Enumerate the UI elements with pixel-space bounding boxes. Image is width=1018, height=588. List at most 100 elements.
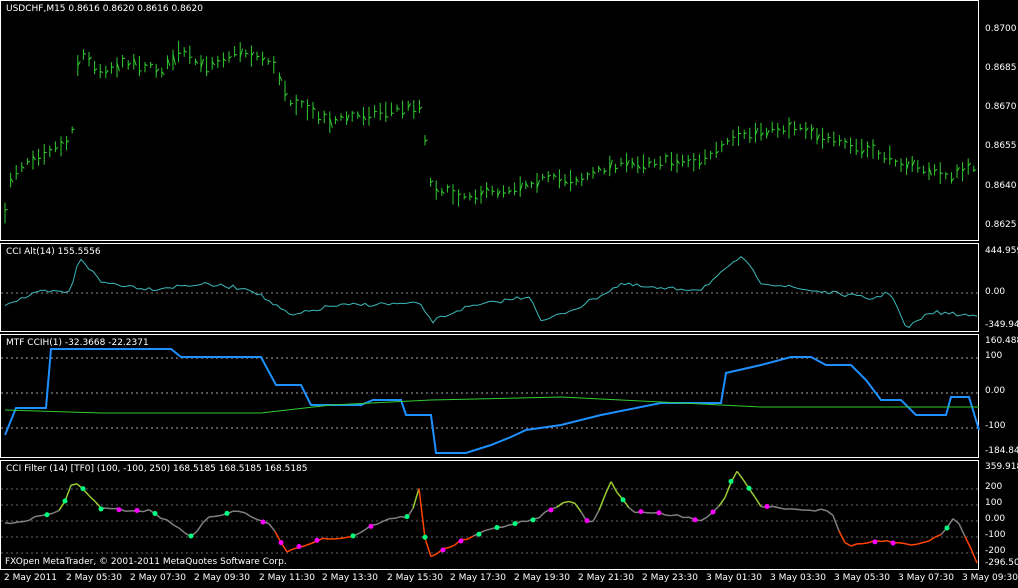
- mtf-cci-y-label: 100: [985, 351, 1003, 361]
- time-axis-label: 2 May 15:30: [387, 573, 443, 583]
- price-bar-close: [783, 130, 787, 133]
- price-bar-close: [122, 57, 126, 60]
- cci-filter-segment: [844, 541, 852, 547]
- cci-filter-segment: [670, 513, 678, 517]
- price-bar-close: [917, 167, 921, 169]
- cci-filter-title: CCI Filter (14) [TF0] (100, -100, 250) 1…: [6, 464, 308, 474]
- cci-filter-segment: [142, 508, 150, 513]
- cci-filter-y-label: 0.00: [985, 514, 1006, 524]
- price-bar-close: [973, 169, 977, 171]
- cci-filter-segment: [628, 507, 636, 514]
- price-y-label: 0.8700: [985, 24, 1017, 34]
- cci-alt-title: CCI Alt(14) 155.5556: [6, 247, 101, 257]
- cci-filter-segment: [562, 500, 570, 504]
- time-axis-label: 3 May 07:30: [898, 573, 954, 583]
- cci-filter-segment: [826, 510, 834, 516]
- price-bar-close: [38, 157, 42, 160]
- cci-filter-segment: [928, 536, 936, 542]
- cci-alt-line: [1, 256, 980, 329]
- price-bar-close: [458, 193, 462, 196]
- cci-alt-y-label: -349.945: [985, 320, 1018, 330]
- cci-filter-segment: [898, 542, 906, 545]
- time-axis-label: 3 May 09:30: [962, 573, 1018, 583]
- price-y-label: 0.8655: [985, 141, 1017, 151]
- cci-filter-segment: [922, 540, 930, 544]
- cci-filter-segment: [28, 515, 36, 522]
- price-y-label: 0.8640: [985, 181, 1017, 191]
- cci-filter-signal-dot: [710, 509, 716, 515]
- cci-filter-signal-dot: [278, 540, 284, 546]
- cci-filter-segment: [394, 515, 402, 520]
- time-axis-label: 2 May 05:30: [66, 573, 122, 583]
- cci-filter-segment: [388, 517, 396, 520]
- cci-filter-signal-dot: [314, 537, 320, 543]
- cci-filter-segment: [34, 514, 42, 518]
- time-axis-label: 3 May 01:30: [706, 573, 762, 583]
- cci-filter-signal-dot: [44, 512, 50, 518]
- cci-filter-segment: [304, 542, 312, 547]
- cci-filter-segment: [418, 488, 426, 539]
- cci-filter-signal-dot: [530, 517, 536, 523]
- cci-filter-segment: [52, 509, 60, 514]
- cci-filter-pane[interactable]: CCI Filter (14) [TF0] (100, -100, 250) 1…: [0, 460, 980, 570]
- cci-filter-segment: [10, 521, 18, 525]
- cci-filter-signal-dot: [746, 485, 752, 491]
- cci-filter-signal-dot: [584, 518, 590, 524]
- cci-filter-y-label: -100: [985, 530, 1006, 540]
- cci-filter-signal-dot: [548, 507, 554, 513]
- price-y-label: 0.8685: [985, 63, 1017, 73]
- price-y-label: 0.8625: [985, 220, 1017, 230]
- price-chart-pane[interactable]: USDCHF,M15 0.8616 0.8620 0.8616 0.8620: [0, 0, 979, 241]
- cci-filter-signal-dot: [494, 525, 500, 530]
- cci-filter-segment: [202, 516, 210, 524]
- cci-filter-segment: [700, 516, 708, 522]
- time-axis-label: 2 May 23:30: [642, 573, 698, 583]
- time-axis-label: 2 May 07:30: [130, 573, 186, 583]
- cci-filter-signal-dot: [152, 511, 158, 516]
- price-bars: [4, 40, 977, 224]
- time-axis-label: 2 May 2011: [4, 573, 57, 583]
- time-axis-label: 2 May 21:30: [578, 573, 634, 583]
- cci-filter-segment: [838, 530, 846, 543]
- cci-filter-signal-dot: [422, 534, 428, 540]
- cci-filter-segment: [880, 539, 888, 543]
- mtf-cci-lines: [1, 348, 980, 454]
- cci-filter-segment: [322, 537, 330, 540]
- cci-filter-segment: [430, 553, 438, 558]
- price-bar-close: [256, 55, 260, 58]
- cci-filter-segment: [772, 505, 780, 509]
- cci-filter-segment: [70, 483, 78, 486]
- cci-filter-signal-dot: [296, 544, 302, 550]
- cci-filter-segment: [610, 481, 618, 493]
- price-chart-title: USDCHF,M15 0.8616 0.8620 0.8616 0.8620: [6, 4, 203, 14]
- cci-filter-segment: [736, 470, 744, 480]
- cci-filter-segment: [196, 522, 204, 532]
- cci-filter-segment: [376, 520, 384, 525]
- cci-filter-lines: [1, 470, 980, 564]
- cci-filter-segment: [724, 482, 732, 498]
- cci-filter-segment: [88, 495, 96, 502]
- cci-filter-segment: [862, 541, 870, 545]
- cci-filter-segment: [796, 508, 804, 511]
- cci-filter-segment: [250, 516, 258, 521]
- price-bar-close: [794, 128, 798, 131]
- cci-alt-pane[interactable]: CCI Alt(14) 155.5556: [0, 243, 980, 332]
- cci-filter-signal-dot: [512, 521, 518, 527]
- cci-filter-segment: [448, 544, 456, 549]
- cci-filter-signal-dot: [350, 533, 356, 539]
- time-axis-label: 2 May 13:30: [322, 573, 378, 583]
- cci-filter-signal-dot: [116, 507, 122, 513]
- cci-filter-segment: [814, 508, 822, 512]
- cci-filter-segment: [778, 507, 786, 510]
- cci-filter-segment: [598, 494, 606, 511]
- cci-filter-segment: [502, 524, 510, 528]
- price-bar-close: [704, 157, 708, 159]
- cci-filter-segment: [910, 543, 918, 546]
- mtf-cci-line: [4, 348, 980, 454]
- time-axis-label: 2 May 11:30: [259, 573, 315, 583]
- cci-filter-segment: [178, 527, 186, 534]
- mtf-cci-pane[interactable]: MTF CCIH(1) -32.3668 -22.2371: [0, 334, 980, 458]
- time-axis-label: 3 May 05:30: [834, 573, 890, 583]
- cci-filter-segment: [850, 543, 858, 547]
- cci-filter-signal-dot: [224, 510, 230, 516]
